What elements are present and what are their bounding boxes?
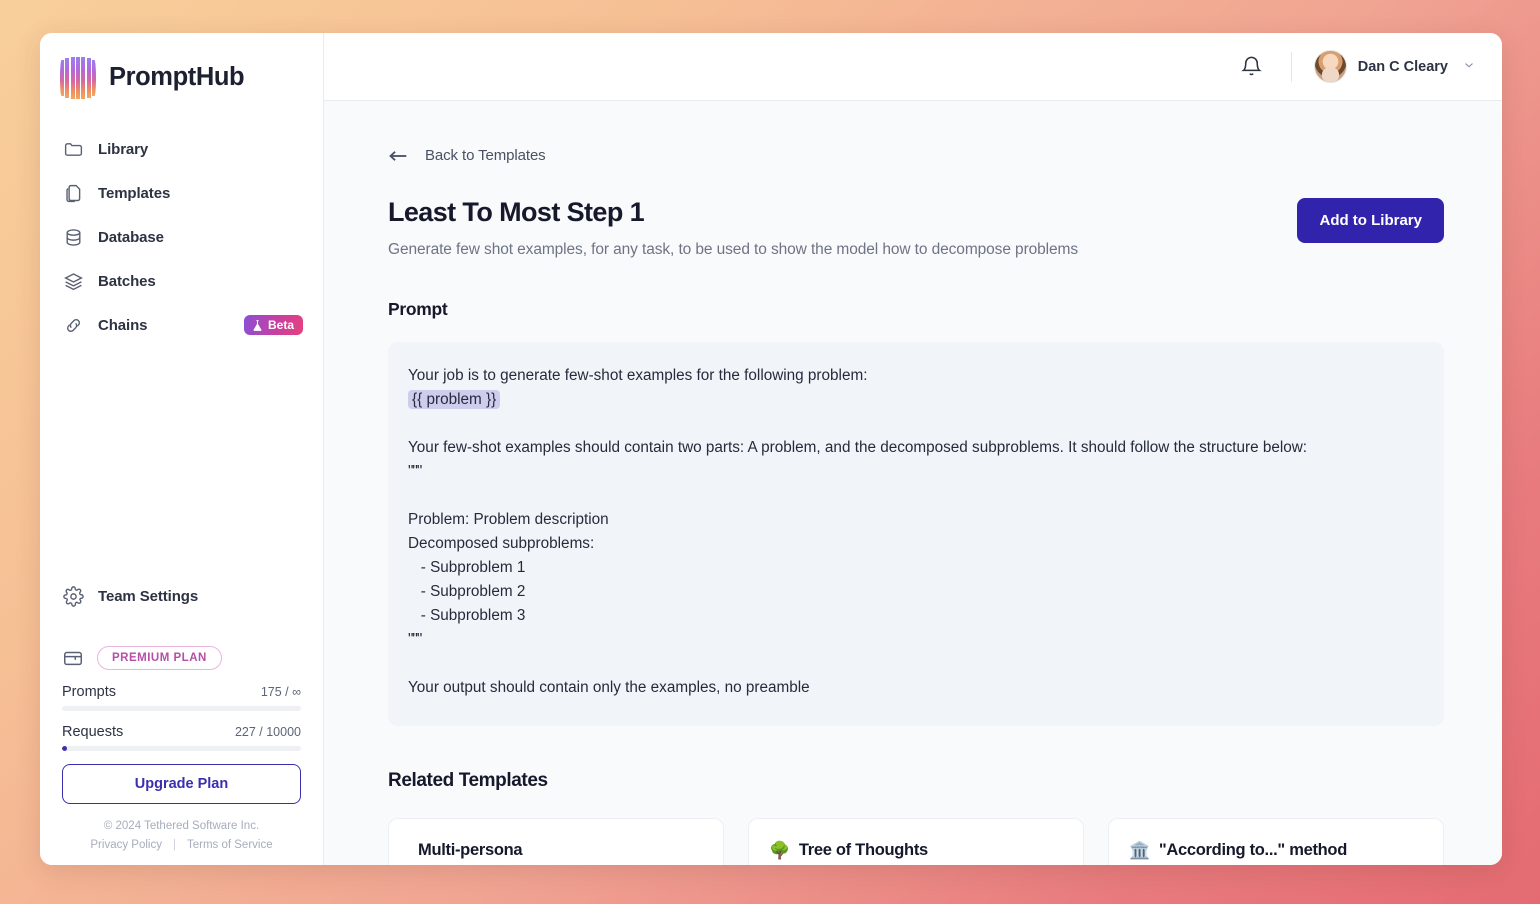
progress-track [62,706,301,711]
prompt-section-heading: Prompt [388,298,448,319]
related-templates-heading: Related Templates [388,769,548,791]
meter-prompts: Prompts 175 / ∞ [62,684,301,711]
prompt-line-4: Decomposed subproblems: [408,534,595,552]
related-template-card[interactable]: 🌳 Tree of Thoughts [748,817,1084,865]
page-content: Back to Templates Least To Most Step 1 G… [324,101,1502,865]
brand[interactable]: PromptHub [40,33,323,101]
sidebar-item-library[interactable]: Library [40,127,323,171]
sidebar-item-database[interactable]: Database [40,215,323,259]
page-title: Least To Most Step 1 [388,197,645,227]
progress-fill [62,746,68,751]
card-title: Tree of Thoughts [798,841,928,860]
card-title-row: 🏛️ "According to..." method [1129,841,1423,861]
prompt-body[interactable]: Your job is to generate few-shot example… [388,341,1444,726]
user-name: Dan C Cleary [1357,58,1448,75]
prompt-subproblem-3: - Subproblem 3 [408,606,526,624]
sidebar-bottom: Team Settings PREMIUM PLAN Prompts 175 /… [40,574,323,865]
related-templates-list: Multi-persona 🌳 Tree of Thoughts 🏛️ "Acc… [388,817,1444,865]
page-subtitle: Generate few shot examples, for any task… [388,240,1079,258]
arrow-left-icon [388,149,408,163]
prompt-subproblem-1: - Subproblem 1 [408,558,526,576]
card-title: "According to..." method [1158,841,1347,860]
meter-label: Prompts [62,684,116,700]
meter-value: 175 / ∞ [260,685,301,699]
privacy-policy-link[interactable]: Privacy Policy [90,839,162,851]
sidebar-nav: Library Templates Database Batches Chain… [40,127,323,347]
prompt-line-2: Your few-shot examples should contain tw… [408,438,1308,456]
back-link-label: Back to Templates [425,147,546,164]
main-area: Dan C Cleary Back to Templates Least To … [324,33,1502,865]
prompt-subproblem-2: - Subproblem 2 [408,582,526,600]
related-template-card[interactable]: 🏛️ "According to..." method [1108,817,1444,865]
topbar: Dan C Cleary [324,33,1502,101]
user-menu[interactable]: Dan C Cleary [1313,50,1476,83]
user-avatar [1313,50,1347,83]
card-title: Multi-persona [418,840,523,859]
sidebar-item-label: Templates [98,184,171,202]
related-template-card[interactable]: Multi-persona [388,817,724,865]
prompt-fence-close: """ [408,630,422,648]
folder-icon [62,138,84,160]
card-title-row: Multi-persona [409,841,703,860]
plan-badge: PREMIUM PLAN [97,646,222,670]
legal-links: Privacy Policy | Terms of Service [62,839,301,851]
legal-separator: | [172,839,176,851]
documents-icon [62,182,84,204]
chevron-down-icon [1462,58,1476,75]
meter-requests: Requests 227 / 10000 [62,724,301,751]
beta-badge: Beta [243,315,303,335]
add-to-library-button[interactable]: Add to Library [1297,198,1444,243]
prompt-text: Your job is to generate few-shot example… [408,364,1422,700]
tree-emoji-icon: 🌳 [769,840,790,860]
sidebar-item-templates[interactable]: Templates [40,171,323,215]
classical-building-emoji-icon: 🏛️ [1129,840,1150,860]
title-block: Least To Most Step 1 Generate few shot e… [388,197,1079,259]
sidebar-item-label: Library [98,140,149,158]
wallet-icon [62,647,84,669]
plan-row: PREMIUM PLAN [62,646,301,670]
prompthub-bars-logo [60,56,97,99]
app-window: PromptHub Library Templates Database Bat… [40,33,1502,865]
prompt-fence-open: """ [408,462,422,480]
upgrade-plan-button[interactable]: Upgrade Plan [62,764,301,804]
prompt-line-1: Your job is to generate few-shot example… [408,366,868,384]
bell-icon[interactable] [1239,54,1265,80]
title-row: Least To Most Step 1 Generate few shot e… [388,197,1444,259]
sidebar-item-label: Chains [98,316,148,334]
meter-value: 227 / 10000 [234,725,301,739]
sidebar-item-label: Database [98,228,164,246]
sidebar-item-batches[interactable]: Batches [40,259,323,303]
topbar-divider [1290,51,1292,82]
prompt-line-3: Problem: Problem description [408,510,609,528]
layers-icon [62,270,84,292]
sidebar-item-chains[interactable]: Chains Beta [40,303,323,347]
database-icon [62,226,84,248]
copyright-text: © 2024 Tethered Software Inc. [103,820,260,832]
terms-of-service-link[interactable]: Terms of Service [187,839,273,851]
link-icon [62,314,84,336]
team-settings-label: Team Settings [98,587,199,605]
flask-icon [253,319,262,331]
sidebar: PromptHub Library Templates Database Bat… [40,33,324,865]
back-to-templates-link[interactable]: Back to Templates [388,147,546,164]
prompt-line-5: Your output should contain only the exam… [408,678,810,696]
meter-label: Requests [62,724,124,740]
beta-badge-label: Beta [267,318,294,332]
prompt-variable-problem: {{ problem }} [408,389,501,409]
gear-icon [62,585,84,607]
progress-track [62,746,301,751]
sidebar-item-team-settings[interactable]: Team Settings [62,574,301,618]
brand-name: PromptHub [109,63,245,91]
sidebar-item-label: Batches [98,272,156,290]
card-title-row: 🌳 Tree of Thoughts [769,841,1063,861]
